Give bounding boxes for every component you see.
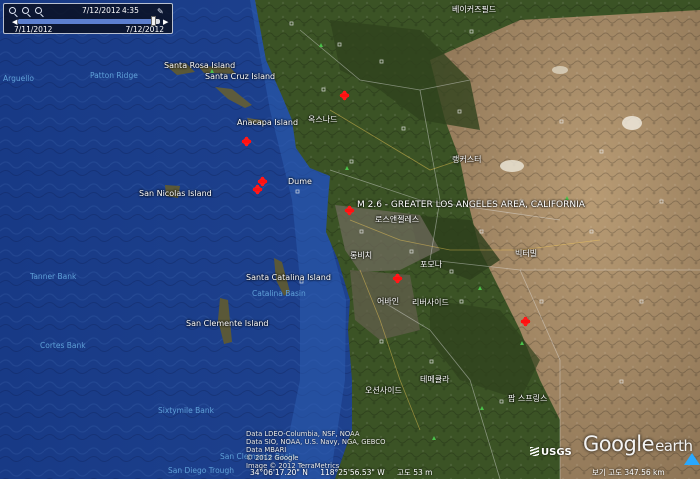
time-slider[interactable]: 7/12/2012 4:35 ✎ ◀ ▶ 7/11/2012 7/12/2012 xyxy=(3,3,173,34)
label-riverside[interactable]: 리버사이드 xyxy=(412,297,449,308)
eye-altitude: 보기 고도 347.56 km xyxy=(592,468,665,477)
earthquake-marker[interactable] xyxy=(252,184,263,195)
earthquake-marker[interactable] xyxy=(241,136,252,147)
label-oceanside[interactable]: 오션사이드 xyxy=(365,385,402,396)
current-date: 7/12/2012 xyxy=(82,6,121,15)
label-long-beach[interactable]: 롱비치 xyxy=(350,250,372,261)
water-label-tanner-bank: Tanner Bank xyxy=(30,272,77,281)
label-anacapa-island[interactable]: Anacapa Island xyxy=(237,118,298,127)
zoom-in-icon[interactable] xyxy=(9,7,16,14)
label-santa-cruz-island[interactable]: Santa Cruz Island xyxy=(205,72,275,81)
google-earth-logo: Googleearth xyxy=(583,432,693,456)
water-label-sixtymile-bank: Sixtymile Bank xyxy=(158,406,214,415)
label-palm-springs[interactable]: 팜 스프링스 xyxy=(508,393,547,404)
data-credits: Data LDEO-Columbia, NSF, NOAA Data SIO, … xyxy=(246,430,386,470)
label-irvine[interactable]: 어바인 xyxy=(377,296,399,307)
start-date: 7/11/2012 xyxy=(14,25,53,34)
time-track-fill xyxy=(18,19,155,24)
water-label-arguello: Arguello xyxy=(3,74,34,83)
water-label-patton-ridge: Patton Ridge xyxy=(90,71,138,80)
label-bakersfield[interactable]: 베이커즈필드 xyxy=(452,4,496,15)
earthquake-marker[interactable] xyxy=(339,90,350,101)
label-victorville[interactable]: 빅터빌 xyxy=(515,248,537,259)
label-dume[interactable]: Dume xyxy=(288,177,312,186)
current-time: 4:35 xyxy=(122,6,139,15)
label-temecula[interactable]: 테메큘라 xyxy=(420,374,449,385)
end-date: 7/12/2012 xyxy=(125,25,164,34)
status-bar: 34°06'17.20" N 118°25'56.53" W 고도 53 m xyxy=(250,467,442,478)
usgs-wave-icon xyxy=(530,447,539,456)
label-san-nicolas-island[interactable]: San Nicolas Island xyxy=(139,189,212,198)
settings-wrench-icon[interactable]: ✎ xyxy=(157,7,166,16)
label-santa-rosa-island[interactable]: Santa Rosa Island xyxy=(164,61,235,70)
label-san-clemente-island[interactable]: San Clemente Island xyxy=(186,319,269,328)
time-track[interactable] xyxy=(18,16,160,26)
water-label-catalina-basin: Catalina Basin xyxy=(252,289,306,298)
status-latitude: 34°06'17.20" N xyxy=(250,468,308,477)
zoom-fit-icon[interactable] xyxy=(35,7,42,14)
zoom-out-icon[interactable] xyxy=(22,7,29,14)
label-santa-catalina-island[interactable]: Santa Catalina Island xyxy=(246,273,331,282)
earthquake-marker[interactable] xyxy=(392,273,403,284)
water-label-cortes-bank: Cortes Bank xyxy=(40,341,86,350)
earthquake-marker[interactable] xyxy=(520,316,531,327)
status-elevation: 고도 53 m xyxy=(397,468,433,477)
label-lancaster[interactable]: 랭커스터 xyxy=(452,154,481,165)
label-pomona[interactable]: 포모나 xyxy=(420,259,442,270)
earthquake-marker[interactable] xyxy=(344,205,355,216)
status-longitude: 118°25'56.53" W xyxy=(320,468,385,477)
label-quake-greater-la[interactable]: M 2.6 - GREATER LOS ANGELES AREA, CALIFO… xyxy=(357,200,585,210)
water-label-san-diego-trough: San Diego Trough xyxy=(168,466,234,475)
label-los-angeles[interactable]: 로스앤젤레스 xyxy=(375,214,419,225)
label-oxnard[interactable]: 옥스나드 xyxy=(308,114,337,125)
usgs-logo: USGS xyxy=(530,447,572,458)
